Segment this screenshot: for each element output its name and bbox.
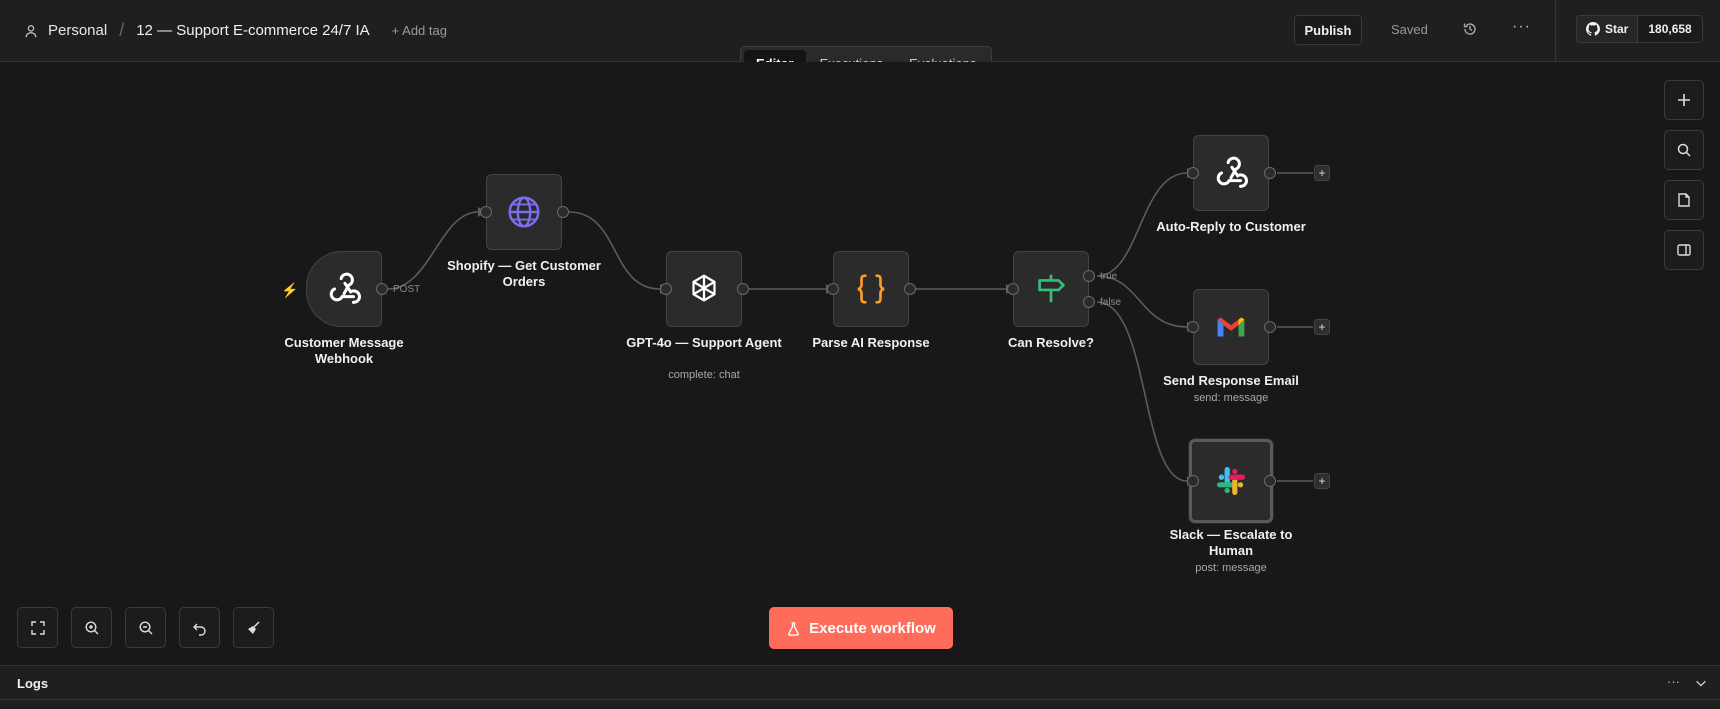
output-port[interactable] — [1264, 321, 1276, 333]
input-port[interactable] — [1187, 321, 1199, 333]
input-port[interactable] — [1007, 283, 1019, 295]
node-subtitle: send: message — [1193, 392, 1269, 404]
input-port[interactable] — [1187, 167, 1199, 179]
edge-label-false: false — [1100, 297, 1122, 308]
zoom-in-button[interactable] — [71, 607, 112, 648]
plus-icon — [1678, 94, 1690, 106]
node-send-response-email[interactable] — [1193, 289, 1269, 365]
search-nodes-button[interactable] — [1664, 130, 1704, 170]
add-node-button[interactable]: + — [1314, 165, 1330, 181]
search-icon — [1677, 143, 1691, 157]
node-parse-ai-response[interactable] — [833, 251, 909, 327]
logs-title[interactable]: Logs — [17, 676, 48, 691]
signpost-icon — [1038, 274, 1065, 303]
edge-label-post: POST — [393, 284, 421, 295]
edge-label-true: true — [1100, 271, 1118, 282]
input-port[interactable] — [480, 206, 492, 218]
add-node-panel-button[interactable] — [1664, 80, 1704, 120]
output-port[interactable] — [737, 283, 749, 295]
webhook-icon — [1216, 156, 1248, 188]
node-subtitle: post: message — [1195, 562, 1267, 574]
node-shopify-get-orders[interactable] — [486, 174, 562, 250]
logs-more-icon[interactable]: ··· — [1667, 674, 1680, 689]
node-gpt4o-support-agent[interactable] — [666, 251, 742, 327]
globe-icon — [508, 196, 540, 228]
trigger-bolt-icon: ⚡ — [281, 282, 299, 298]
connection-edges — [387, 168, 1313, 486]
node-label: GPT-4o — Support Agent — [626, 335, 782, 350]
zoom-out-icon — [138, 620, 152, 634]
output-port[interactable] — [1264, 167, 1276, 179]
code-braces-icon — [857, 274, 885, 304]
output-port[interactable] — [904, 283, 916, 295]
node-label: Slack — Escalate to Human — [1169, 527, 1293, 558]
output-port-false[interactable] — [1083, 296, 1095, 308]
broom-icon — [247, 620, 260, 634]
input-port[interactable] — [827, 283, 839, 295]
zoom-in-icon — [84, 620, 98, 634]
tidy-up-button[interactable] — [233, 607, 274, 648]
execute-workflow-button[interactable]: Execute workflow — [769, 607, 953, 649]
input-port[interactable] — [660, 283, 672, 295]
add-node-button[interactable]: + — [1314, 473, 1330, 489]
add-node-button[interactable]: + — [1314, 319, 1330, 335]
n8n-workflow-editor: Personal / 12 — Support E-commerce 24/7 … — [0, 0, 1720, 709]
output-port[interactable] — [557, 206, 569, 218]
node-label: Customer Message Webhook — [284, 335, 404, 366]
node-subtitle: complete: chat — [668, 369, 740, 381]
output-port[interactable] — [1264, 475, 1276, 487]
output-port[interactable] — [376, 283, 388, 295]
fit-view-icon — [30, 620, 45, 635]
flask-icon — [788, 621, 800, 636]
zoom-out-button[interactable] — [125, 607, 166, 648]
input-port[interactable] — [1187, 475, 1199, 487]
node-auto-reply[interactable] — [1193, 135, 1269, 211]
node-customer-message-webhook[interactable] — [306, 251, 382, 327]
gmail-icon — [1217, 317, 1245, 337]
sticky-note-button[interactable] — [1664, 180, 1704, 220]
execute-workflow-label: Execute workflow — [809, 619, 936, 637]
logs-panel: Logs ··· — [0, 665, 1720, 709]
toggle-sidebar-button[interactable] — [1664, 230, 1704, 270]
sticky-note-icon — [1678, 193, 1690, 207]
undo-button[interactable] — [179, 607, 220, 648]
chevron-down-icon[interactable] — [1694, 676, 1708, 690]
node-slack-escalate[interactable] — [1189, 439, 1273, 523]
node-label: Send Response Email — [1163, 373, 1299, 388]
logs-divider — [0, 699, 1720, 700]
node-label: Parse AI Response — [812, 335, 930, 350]
node-label: Shopify — Get Customer Orders — [447, 258, 601, 289]
webhook-icon — [329, 272, 361, 304]
fit-view-button[interactable] — [17, 607, 58, 648]
output-port-true[interactable] — [1083, 270, 1095, 282]
slack-icon — [1216, 466, 1246, 496]
node-label: Can Resolve? — [1008, 335, 1094, 350]
undo-icon — [192, 623, 206, 636]
openai-icon — [692, 274, 716, 302]
node-label: Auto-Reply to Customer — [1156, 219, 1306, 234]
node-can-resolve[interactable] — [1013, 251, 1089, 327]
sidebar-panel-icon — [1677, 244, 1691, 256]
